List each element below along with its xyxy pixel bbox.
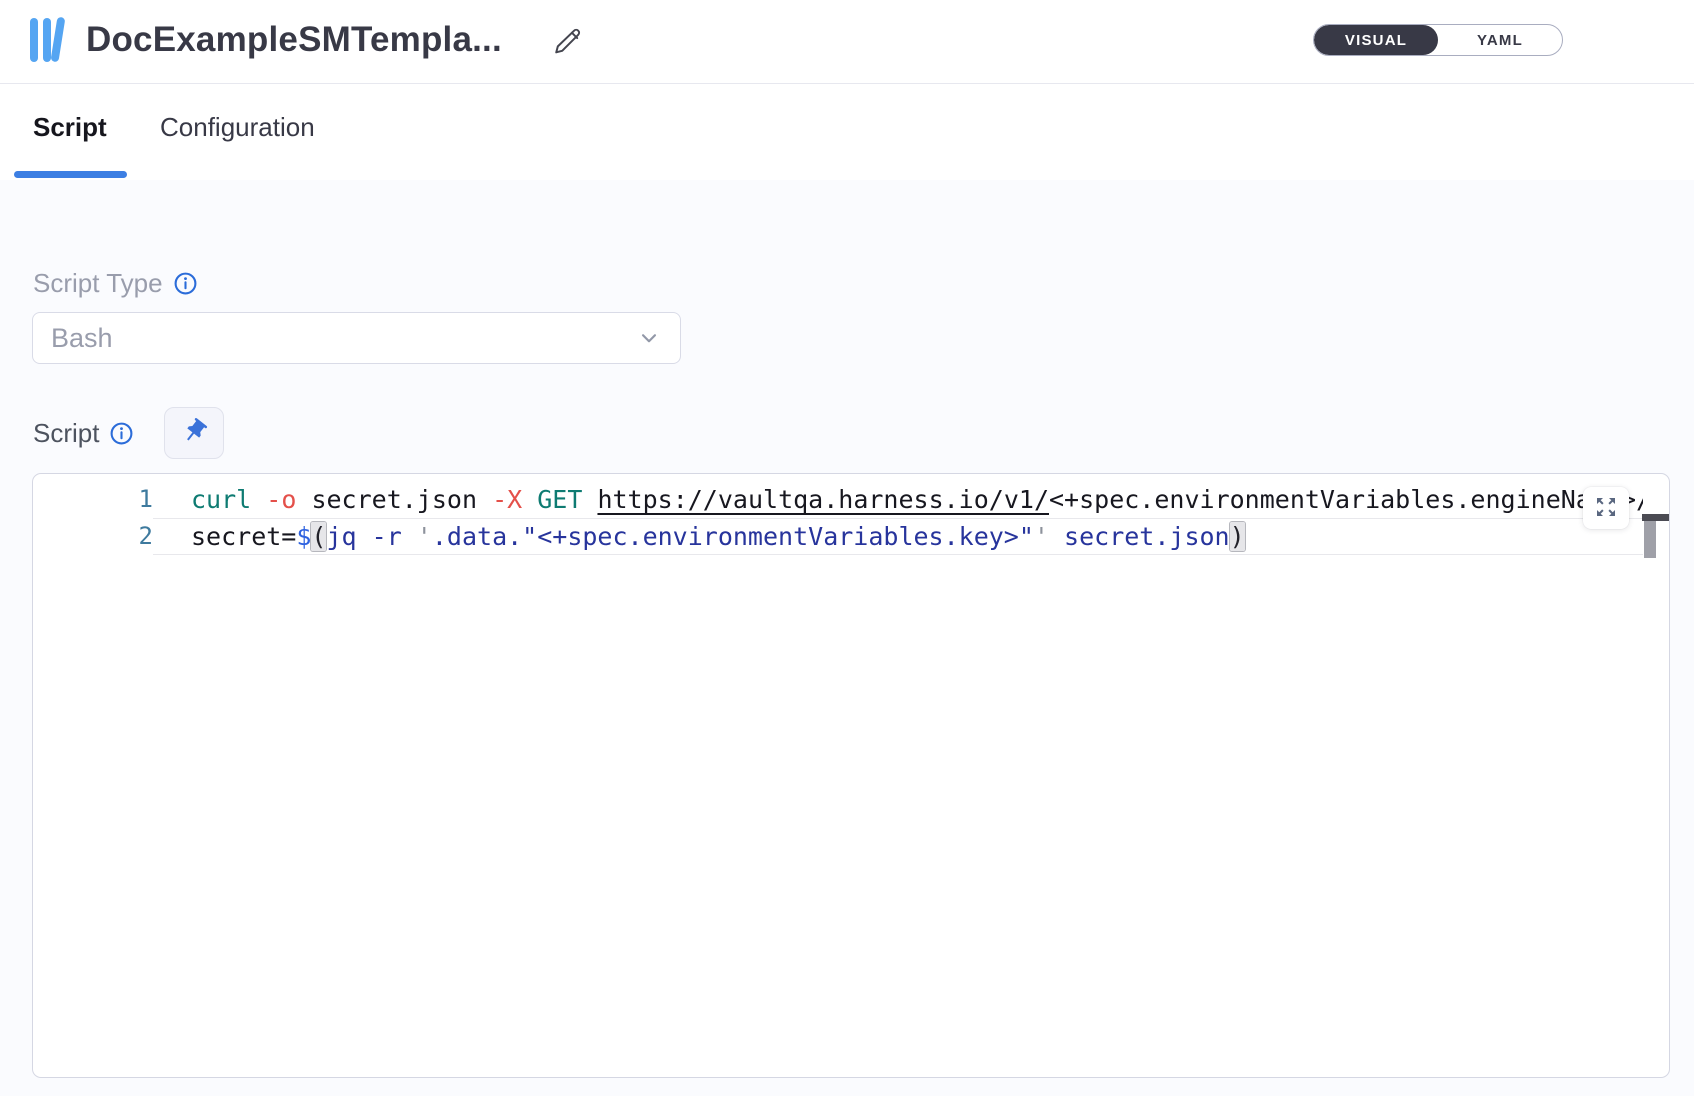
expand-editor-button[interactable] — [1583, 487, 1629, 529]
pin-button[interactable] — [164, 407, 224, 459]
pushpin-icon — [179, 417, 209, 450]
line-number: 1 — [33, 481, 153, 518]
info-icon[interactable] — [109, 421, 134, 446]
script-type-label: Script Type — [33, 268, 163, 299]
info-icon[interactable] — [173, 271, 198, 296]
vertical-scrollbar-thumb[interactable] — [1644, 521, 1656, 558]
visual-yaml-toggle: VISUAL YAML — [1313, 24, 1563, 56]
overview-ruler-cursor-mark — [1642, 514, 1669, 521]
active-tab-underline — [14, 171, 127, 178]
tab-script[interactable]: Script — [33, 112, 107, 143]
header: DocExampleSMTempla... VISUAL YAML — [0, 0, 1694, 84]
chevron-down-icon — [636, 325, 662, 351]
template-library-icon — [30, 16, 76, 64]
code-line-content[interactable]: secret=$(jq -r '.data."<+spec.environmen… — [153, 518, 1643, 555]
tab-bar: Script Configuration — [0, 84, 1694, 180]
template-studio-page: DocExampleSMTempla... VISUAL YAML Script… — [0, 0, 1694, 1096]
script-type-select[interactable]: Bash — [32, 312, 681, 364]
tab-configuration[interactable]: Configuration — [160, 112, 315, 143]
script-type-field-label: Script Type — [33, 268, 198, 299]
code-line[interactable]: 2secret=$(jq -r '.data."<+spec.environme… — [33, 518, 1669, 555]
script-type-value: Bash — [51, 323, 636, 354]
edit-title-button[interactable] — [549, 22, 589, 62]
pencil-icon — [552, 46, 586, 61]
page-title: DocExampleSMTempla... — [86, 20, 502, 60]
script-label: Script — [33, 418, 99, 449]
code-line-content[interactable]: curl -o secret.json -X GET https://vault… — [153, 481, 1643, 518]
script-editor[interactable]: 1curl -o secret.json -X GET https://vaul… — [32, 473, 1670, 1078]
script-panel: Script Type Bash Script — [0, 180, 1694, 1096]
script-field-label: Script — [33, 418, 134, 449]
toggle-yaml[interactable]: YAML — [1438, 25, 1562, 55]
line-number: 2 — [33, 518, 153, 555]
expand-icon — [1594, 495, 1618, 522]
code-line[interactable]: 1curl -o secret.json -X GET https://vaul… — [33, 481, 1669, 518]
code-lines: 1curl -o secret.json -X GET https://vaul… — [33, 481, 1669, 555]
toggle-visual[interactable]: VISUAL — [1314, 25, 1438, 55]
